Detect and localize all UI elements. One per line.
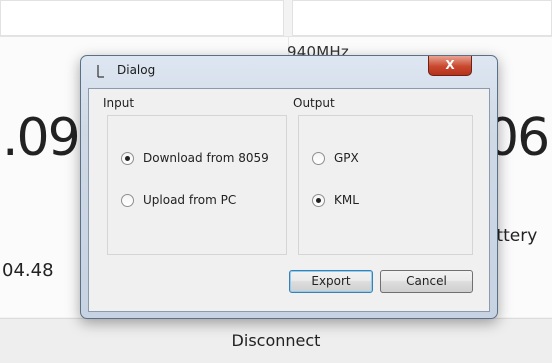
radio-button-checked[interactable]	[312, 193, 325, 207]
radio-button-checked[interactable]	[121, 151, 134, 165]
radio-download-from-8059[interactable]: Download from 8059	[121, 151, 269, 165]
disconnect-button[interactable]: Disconnect	[0, 318, 552, 363]
export-dialog: Dialog X Input Download from 8059 Upload…	[80, 55, 498, 319]
radio-label: GPX	[334, 151, 359, 165]
dialog-titlebar[interactable]: Dialog X	[81, 56, 497, 86]
dialog-body: Input Download from 8059 Upload from PC …	[88, 88, 490, 312]
small-value-left: 04.48	[2, 260, 54, 281]
radio-button[interactable]	[312, 151, 325, 165]
radio-kml[interactable]: KML	[312, 193, 359, 207]
cancel-button[interactable]: Cancel	[380, 270, 473, 293]
app-icon	[97, 65, 104, 78]
radio-label: KML	[334, 193, 359, 207]
close-button[interactable]: X	[428, 56, 472, 76]
output-group-label: Output	[293, 96, 335, 110]
dialog-title: Dialog	[117, 63, 156, 77]
radio-label: Download from 8059	[143, 151, 269, 165]
big-value-left: .09	[2, 108, 81, 168]
top-left-panel	[0, 0, 284, 36]
radio-upload-from-pc[interactable]: Upload from PC	[121, 193, 236, 207]
radio-button[interactable]	[121, 193, 134, 207]
top-right-panel	[292, 0, 552, 36]
radio-gpx[interactable]: GPX	[312, 151, 359, 165]
export-button[interactable]: Export	[289, 270, 373, 293]
radio-label: Upload from PC	[143, 193, 237, 207]
input-group-label: Input	[103, 96, 135, 110]
output-group	[298, 115, 473, 255]
input-group	[107, 115, 287, 255]
